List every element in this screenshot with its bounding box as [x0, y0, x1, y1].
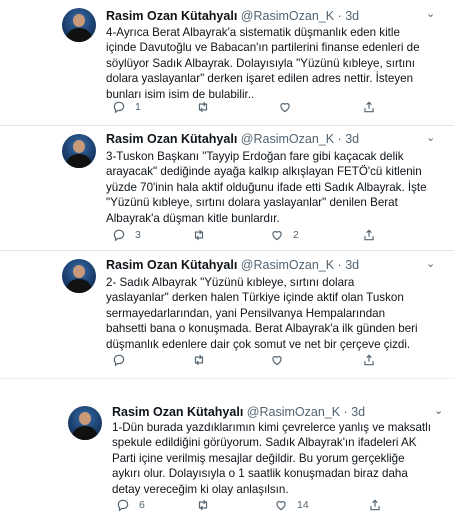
more-options-icon[interactable]: ⌄: [426, 132, 435, 144]
author-handle[interactable]: @RasimOzan_K: [247, 405, 340, 419]
more-options-icon[interactable]: ⌄: [426, 8, 435, 20]
share-button[interactable]: [362, 100, 385, 114]
retweet-button[interactable]: [196, 100, 219, 114]
reply-count: 1: [135, 101, 141, 113]
tweet-text: 4-Ayrıca Berat Albayrak'a sistematik düş…: [106, 26, 420, 101]
share-icon: [364, 101, 374, 113]
reply-icon: [113, 101, 125, 114]
timestamp[interactable]: 3d: [345, 9, 359, 23]
like-button[interactable]: [270, 353, 293, 367]
retweet-icon: [198, 499, 208, 511]
heart-icon: [272, 231, 282, 241]
timestamp[interactable]: 3d: [345, 258, 359, 272]
share-button[interactable]: [362, 228, 385, 242]
avatar[interactable]: [62, 8, 96, 42]
tweet-text: 1-Dün burada yazdıklarımın kimi çevreler…: [112, 421, 431, 496]
author-handle[interactable]: @RasimOzan_K: [241, 258, 334, 272]
reply-count: 6: [139, 499, 145, 511]
reply-count: 3: [135, 229, 141, 241]
author-handle[interactable]: @RasimOzan_K: [241, 132, 334, 146]
share-button[interactable]: [362, 353, 385, 367]
author-name[interactable]: Rasim Ozan Kütahyalı: [106, 258, 237, 272]
reply-button[interactable]: [112, 353, 135, 367]
heart-icon: [276, 501, 286, 511]
avatar[interactable]: [68, 406, 102, 440]
heart-icon: [272, 356, 282, 366]
tweet-header: Rasim Ozan Kütahyalı @RasimOzan_K · 3d: [106, 132, 359, 147]
reply-button[interactable]: 3: [112, 228, 141, 242]
share-button[interactable]: [368, 498, 391, 512]
retweet-button[interactable]: [196, 498, 219, 512]
like-button[interactable]: [278, 100, 301, 114]
tweet-actions: [106, 353, 426, 369]
heart-icon: [280, 103, 290, 113]
tweet-1[interactable]: Rasim Ozan Kütahyalı @RasimOzan_K · 3d ⌄…: [0, 0, 454, 125]
tweet-text: 3-Tuskon Başkanı "Tayyip Erdoğan fare gi…: [106, 150, 427, 225]
author-name[interactable]: Rasim Ozan Kütahyalı: [106, 132, 237, 146]
divider: [0, 378, 454, 379]
more-options-icon[interactable]: ⌄: [426, 258, 435, 270]
retweet-icon: [194, 354, 204, 366]
tweet-header: Rasim Ozan Kütahyalı @RasimOzan_K · 3d: [112, 405, 365, 420]
reply-button[interactable]: 6: [116, 498, 145, 512]
share-icon: [370, 499, 380, 511]
like-button[interactable]: 2: [270, 228, 299, 242]
retweet-icon: [194, 229, 204, 241]
reply-icon: [113, 229, 125, 242]
tweet-text: 2- Sadık Albayrak "Yüzünü kıbleye, sırtı…: [106, 276, 418, 351]
tweet-2[interactable]: Rasim Ozan Kütahyalı @RasimOzan_K · 3d ⌄…: [0, 126, 454, 250]
author-handle[interactable]: @RasimOzan_K: [241, 9, 334, 23]
author-name[interactable]: Rasim Ozan Kütahyalı: [112, 405, 243, 419]
avatar[interactable]: [62, 259, 96, 293]
author-name[interactable]: Rasim Ozan Kütahyalı: [106, 9, 237, 23]
tweet-3[interactable]: Rasim Ozan Kütahyalı @RasimOzan_K · 3d ⌄…: [0, 251, 454, 369]
like-count: 14: [297, 499, 309, 511]
tweet-header: Rasim Ozan Kütahyalı @RasimOzan_K · 3d: [106, 258, 359, 273]
retweet-icon: [198, 101, 208, 113]
avatar[interactable]: [62, 134, 96, 168]
reply-icon: [117, 499, 129, 512]
separator: ·: [343, 405, 348, 419]
reply-icon: [113, 354, 125, 367]
share-icon: [364, 229, 374, 241]
retweet-button[interactable]: [192, 353, 215, 367]
reply-button[interactable]: 1: [112, 100, 141, 114]
tweet-actions: 1: [106, 100, 426, 116]
separator: ·: [337, 9, 342, 23]
more-options-icon[interactable]: ⌄: [434, 405, 443, 417]
retweet-button[interactable]: [192, 228, 215, 242]
tweet-actions: 6 14: [112, 498, 432, 514]
tweet-actions: 3 2: [106, 228, 426, 244]
like-count: 2: [293, 229, 299, 241]
separator: ·: [337, 258, 342, 272]
timestamp[interactable]: 3d: [351, 405, 365, 419]
separator: ·: [337, 132, 342, 146]
like-button[interactable]: 14: [274, 498, 309, 512]
tweet-header: Rasim Ozan Kütahyalı @RasimOzan_K · 3d: [106, 9, 359, 24]
timestamp[interactable]: 3d: [345, 132, 359, 146]
tweet-4[interactable]: Rasim Ozan Kütahyalı @RasimOzan_K · 3d ⌄…: [0, 398, 454, 515]
share-icon: [364, 354, 374, 366]
